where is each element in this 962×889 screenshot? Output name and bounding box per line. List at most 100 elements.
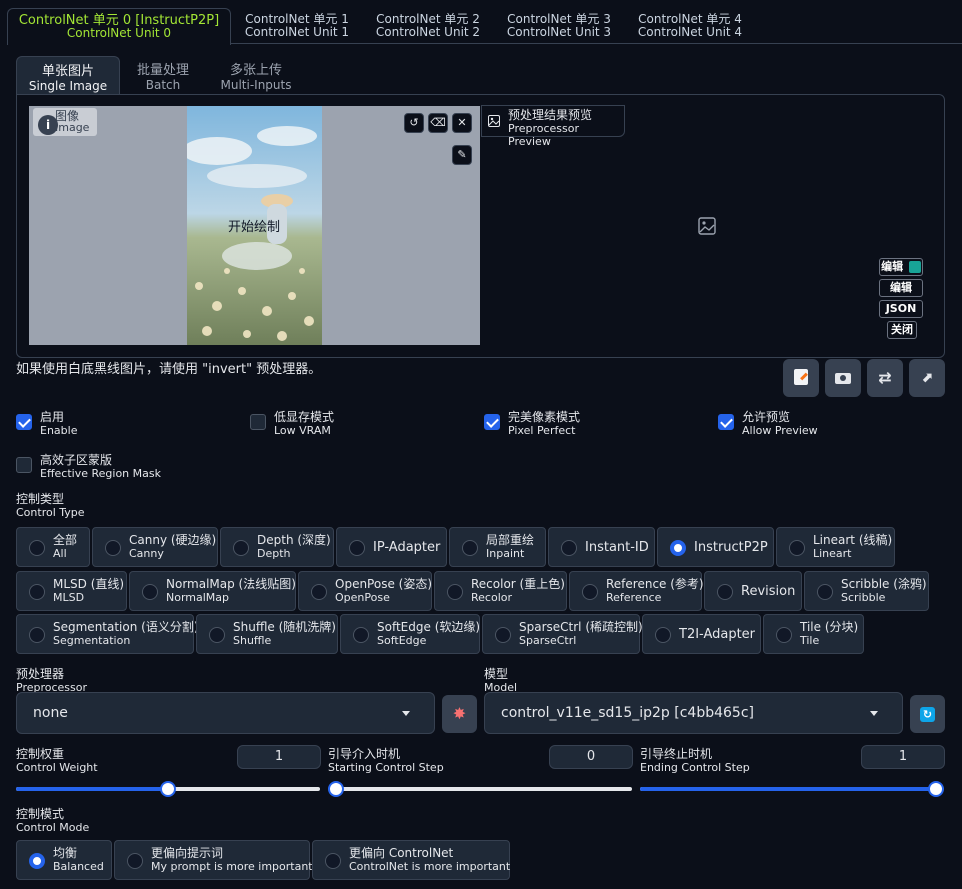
model-dropdown[interactable]: control_v11e_sd15_ip2p [c4bb465c] <box>484 692 903 734</box>
preprocessor-label: 预处理器 Preprocessor <box>16 668 87 695</box>
preprocessor-dropdown[interactable]: none <box>16 692 435 734</box>
allow-preview-checkbox[interactable] <box>718 414 734 430</box>
radio-dot <box>311 584 327 600</box>
tab-bar-divider <box>231 43 962 44</box>
preprocessor-value: none <box>33 705 68 721</box>
json-badge[interactable]: JSON <box>879 300 923 318</box>
control-type-canny[interactable]: Canny (硬边缘) Canny <box>92 527 218 567</box>
preview-label-zh: 预处理结果预览 <box>508 108 593 122</box>
radio-dot <box>325 853 341 869</box>
tab-batch[interactable]: 批量处理 Batch <box>122 56 204 94</box>
effective-region-mask-label-en: Effective Region Mask <box>40 467 161 480</box>
control-type-lineart[interactable]: Lineart (线稿) Lineart <box>776 527 895 567</box>
tab-multi-inputs-subtitle: Multi-Inputs <box>220 78 292 92</box>
enable-checkbox[interactable] <box>16 414 32 430</box>
control-type-normalmap-label: NormalMap (法线贴图) NormalMap <box>166 577 296 605</box>
tab-batch-title: 批量处理 <box>136 63 189 78</box>
control-type-recolor-label: Recolor (重上色) Recolor <box>471 577 565 605</box>
tab-unit-0[interactable]: ControlNet 单元 0 [InstructP2P] ControlNet… <box>7 8 231 45</box>
radio-dot <box>233 540 249 556</box>
tab-single-image[interactable]: 单张图片 Single Image <box>16 56 120 94</box>
control-type-revision[interactable]: Revision <box>704 571 802 611</box>
undo-icon[interactable]: ↺ <box>404 113 424 133</box>
eraser-icon[interactable]: ⌫ <box>428 113 448 133</box>
control-type-sparsectrl[interactable]: SparseCtrl (稀疏控制) SparseCtrl <box>482 614 643 654</box>
control-type-instant-id[interactable]: Instant-ID <box>548 527 655 567</box>
preview-placeholder-icon <box>698 217 716 235</box>
radio-dot <box>717 584 733 600</box>
radio-dot <box>353 627 369 643</box>
tab-unit-0-subtitle: ControlNet Unit 0 <box>66 26 172 40</box>
control-weight-label-zh: 控制权重 <box>16 747 65 761</box>
open-editor-button[interactable] <box>783 359 819 397</box>
radio-dot <box>29 627 45 643</box>
run-preprocessor-button[interactable]: ✸ <box>442 695 477 733</box>
close-badge-label: 关闭 <box>891 323 913 336</box>
low-vram-label-zh: 低显存模式 <box>274 410 335 424</box>
swap-icon: ⇄ <box>878 368 892 387</box>
image-info-icon[interactable]: i <box>38 115 58 135</box>
pixel-perfect-label-zh: 完美像素模式 <box>508 410 581 424</box>
edit-badge[interactable]: 编辑 <box>879 279 923 297</box>
radio-dot <box>349 540 365 556</box>
tab-multi-inputs[interactable]: 多张上传 Multi-Inputs <box>212 56 300 94</box>
pixel-perfect-checkbox[interactable] <box>484 414 500 430</box>
photopea-icon <box>908 261 921 273</box>
effective-region-mask-checkbox[interactable] <box>16 457 32 473</box>
slider-thumb[interactable] <box>928 781 944 797</box>
control-type-instructp2p-label: InstructP2P <box>694 540 768 555</box>
control-type-instant-id-label: Instant-ID <box>585 540 649 555</box>
ending-step-slider[interactable] <box>640 781 944 797</box>
tab-unit-1[interactable]: ControlNet 单元 1 ControlNet Unit 1 <box>235 8 359 44</box>
tab-unit-3[interactable]: ControlNet 单元 3 ControlNet Unit 3 <box>497 8 621 44</box>
control-mode-controlnet[interactable]: 更偏向 ControlNet ControlNet is more importa… <box>312 840 510 880</box>
image-canvas[interactable]: 图像 Image i 开始绘制 <box>29 106 480 345</box>
control-type-depth[interactable]: Depth (深度) Depth <box>220 527 334 567</box>
ending-step-input[interactable]: 1 <box>861 745 945 769</box>
brush-icon[interactable]: ✎ <box>452 145 472 165</box>
control-type-canny-label: Canny (硬边缘) Canny <box>129 533 217 561</box>
control-mode-controlnet-label: 更偏向 ControlNet ControlNet is more importa… <box>349 846 511 874</box>
mirror-webcam-button[interactable]: ⇄ <box>867 359 903 397</box>
model-value: control_v11e_sd15_ip2p [c4bb465c] <box>501 705 754 721</box>
refresh-models-button[interactable]: ↻ <box>910 695 945 733</box>
control-type-normalmap[interactable]: NormalMap (法线贴图) NormalMap <box>129 571 296 611</box>
control-type-ip-adapter[interactable]: IP-Adapter <box>336 527 447 567</box>
control-type-scribble[interactable]: Scribble (涂鸦) Scribble <box>804 571 929 611</box>
webcam-button[interactable] <box>825 359 861 397</box>
control-type-recolor[interactable]: Recolor (重上色) Recolor <box>434 571 567 611</box>
close-icon[interactable]: ✕ <box>452 113 472 133</box>
control-mode-label-zh: 控制模式 <box>16 807 65 821</box>
control-type-softedge[interactable]: SoftEdge (软边缘) SoftEdge <box>340 614 480 654</box>
control-mode-prompt[interactable]: 更偏向提示词 My prompt is more important <box>114 840 313 880</box>
slider-thumb[interactable] <box>160 781 176 797</box>
tab-unit-4[interactable]: ControlNet 单元 4 ControlNet Unit 4 <box>628 8 752 44</box>
control-type-mlsd[interactable]: MLSD (直线) MLSD <box>16 571 127 611</box>
invert-hint: 如果使用白底黑线图片，请使用 "invert" 预处理器。 <box>16 362 322 377</box>
control-type-t2i-adapter-label: T2I-Adapter <box>679 627 756 642</box>
effective-region-mask-label-zh: 高效子区蒙版 <box>40 453 113 467</box>
control-type-t2i-adapter[interactable]: T2I-Adapter <box>642 614 761 654</box>
control-weight-slider[interactable] <box>16 781 320 797</box>
control-type-shuffle[interactable]: Shuffle (随机洗牌) Shuffle <box>196 614 338 654</box>
control-type-tile[interactable]: Tile (分块) Tile <box>763 614 864 654</box>
control-type-segmentation[interactable]: Segmentation (语义分割) Segmentation <box>16 614 199 654</box>
enable-label-en: Enable <box>40 424 78 437</box>
slider-thumb[interactable] <box>328 781 344 797</box>
control-weight-input[interactable]: 1 <box>237 745 321 769</box>
control-type-inpaint[interactable]: 局部重绘 Inpaint <box>449 527 546 567</box>
control-type-all[interactable]: 全部 All <box>16 527 90 567</box>
starting-step-slider[interactable] <box>328 781 632 797</box>
tab-unit-2[interactable]: ControlNet 单元 2 ControlNet Unit 2 <box>366 8 490 44</box>
low-vram-checkbox[interactable] <box>250 414 266 430</box>
control-type-instructp2p[interactable]: InstructP2P <box>657 527 774 567</box>
edit-photopea-badge[interactable]: 编辑 <box>879 258 923 276</box>
control-type-openpose[interactable]: OpenPose (姿态) OpenPose <box>298 571 432 611</box>
starting-step-input[interactable]: 0 <box>549 745 633 769</box>
control-type-all-label: 全部 All <box>53 533 78 561</box>
control-type-reference[interactable]: Reference (参考) Reference <box>569 571 704 611</box>
send-dimensions-button[interactable]: ⬈ <box>909 359 945 397</box>
control-mode-balanced[interactable]: 均衡 Balanced <box>16 840 112 880</box>
control-type-ip-adapter-label: IP-Adapter <box>373 540 441 555</box>
close-badge[interactable]: 关闭 <box>887 321 917 339</box>
